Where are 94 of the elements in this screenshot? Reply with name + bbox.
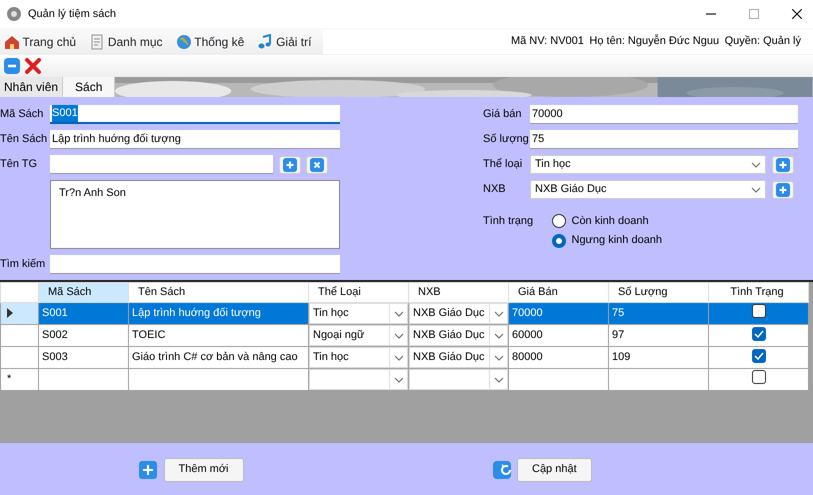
add-button[interactable] — [772, 156, 794, 174]
chevron-down-icon — [394, 310, 404, 316]
dropdown[interactable]: Tin học — [530, 155, 766, 174]
radio-button[interactable] — [552, 214, 566, 228]
remove-author-button[interactable] — [306, 156, 328, 174]
table-cell: S003 — [38, 346, 128, 368]
column-header[interactable]: Thể Loại — [308, 282, 408, 302]
user-info-text: Quyền: Quản lý — [724, 34, 801, 50]
chevron-down-icon — [494, 354, 504, 360]
menu-item[interactable]: Giải trí — [256, 32, 312, 52]
plus-icon — [282, 156, 298, 172]
menu-item[interactable]: Thống kê — [174, 32, 246, 52]
field-label: Tình trạng — [483, 214, 530, 229]
field-label: Tên TG — [0, 157, 38, 172]
text-field[interactable]: S001 — [50, 105, 340, 124]
dropdown[interactable]: NXB Giáo Dục — [410, 304, 508, 324]
list-item[interactable]: Tr?n Anh Son — [59, 185, 331, 202]
row-pointer-icon — [7, 308, 13, 318]
chevron-down-icon — [494, 376, 504, 382]
refresh-icon[interactable] — [492, 460, 512, 480]
close-icon — [309, 156, 325, 172]
house-icon — [4, 34, 20, 50]
globe-icon — [176, 34, 192, 50]
action-button[interactable]: Thêm mới — [164, 458, 244, 482]
table-cell: 109 — [608, 346, 708, 368]
music-note-icon — [257, 34, 274, 50]
column-header[interactable]: Tình Trạng — [708, 282, 808, 302]
dropdown[interactable]: Ngoại ngữ — [310, 326, 408, 346]
text-field[interactable] — [50, 155, 273, 174]
add-button[interactable] — [772, 180, 794, 198]
table-cell: Giáo trình C# cơ bản và nâng cao — [128, 346, 308, 368]
chevron-down-icon — [394, 354, 404, 360]
check-icon — [754, 330, 764, 338]
text-field[interactable]: 75 — [530, 130, 798, 149]
user-info-text: Họ tên: Nguyễn Đức Nguu — [589, 34, 720, 50]
notepad-icon — [89, 34, 106, 50]
chevron-down-icon — [394, 376, 404, 382]
column-header[interactable]: NXB — [408, 282, 508, 302]
field-label: Giá bán — [483, 107, 523, 122]
author-list[interactable]: Tr?n Anh Son — [50, 180, 340, 249]
checkbox[interactable] — [752, 349, 766, 364]
text-field[interactable]: Lập trình huớng đối tượng — [50, 130, 340, 149]
text-field[interactable] — [50, 255, 340, 274]
menu-item[interactable]: Danh mục — [88, 32, 164, 52]
column-header[interactable]: Tên Sách — [128, 282, 308, 302]
radio-label[interactable]: Ngưng kinh doanh — [572, 232, 662, 249]
row-header[interactable]: * — [0, 368, 38, 390]
table-cell: 75 — [608, 302, 708, 324]
table-cell: Lập trình huớng đối tượng — [128, 302, 308, 324]
field-label: Tên Sách — [0, 132, 48, 148]
chevron-down-icon — [494, 310, 504, 316]
maximize-icon[interactable] — [749, 9, 759, 19]
menu-item[interactable]: Trang chủ — [2, 32, 78, 52]
table-cell: 80000 — [508, 346, 608, 368]
chevron-down-icon — [751, 162, 761, 168]
action-button[interactable]: Cập nhật — [517, 458, 592, 482]
dropdown[interactable]: NXB Giáo Dục — [410, 348, 508, 368]
radio-label[interactable]: Còn kinh doanh — [572, 213, 649, 230]
plus-icon — [774, 182, 790, 198]
plus-icon — [774, 156, 790, 172]
table-cell: S001 — [38, 302, 128, 324]
column-header[interactable]: Số Lượng — [608, 282, 708, 302]
text-field[interactable]: 70000 — [530, 105, 798, 124]
column-header[interactable]: Mã Sách — [38, 282, 128, 302]
dropdown[interactable]: Tin học — [310, 304, 408, 324]
row-header-corner — [0, 282, 38, 302]
chevron-down-icon — [494, 332, 504, 338]
tab[interactable]: Sách — [63, 77, 116, 97]
field-label: NXB — [483, 182, 507, 198]
field-label: Số lượng — [483, 132, 530, 148]
check-icon — [754, 352, 764, 360]
close-icon[interactable] — [792, 9, 802, 19]
tab[interactable]: Nhân viên — [0, 77, 64, 97]
checkbox[interactable] — [752, 370, 766, 384]
chevron-down-icon — [751, 186, 761, 192]
checkbox[interactable] — [752, 327, 766, 342]
app-icon — [6, 6, 22, 22]
table-cell: 70000 — [508, 302, 608, 324]
column-header[interactable]: Giá Bán — [508, 282, 608, 302]
user-info-text: Mã NV: NV001 — [510, 34, 584, 50]
new-row-marker: * — [7, 373, 12, 386]
window-title: Quản lý tiệm sách — [28, 6, 116, 22]
add-icon[interactable] — [138, 460, 158, 480]
field-label: Tìm kiếm — [0, 257, 46, 272]
field-label: Thể loại — [483, 157, 524, 172]
checkbox[interactable] — [752, 304, 766, 318]
dropdown[interactable]: Tin học — [310, 348, 408, 368]
dropdown[interactable]: NXB Giáo Dục — [410, 326, 508, 346]
row-header[interactable] — [0, 302, 38, 324]
dropdown[interactable]: NXB Giáo Dục — [530, 180, 766, 199]
field-label: Mã Sách — [0, 107, 44, 122]
chevron-down-icon — [394, 332, 404, 338]
radio-button[interactable] — [552, 234, 566, 248]
add-author-button[interactable] — [278, 156, 300, 174]
